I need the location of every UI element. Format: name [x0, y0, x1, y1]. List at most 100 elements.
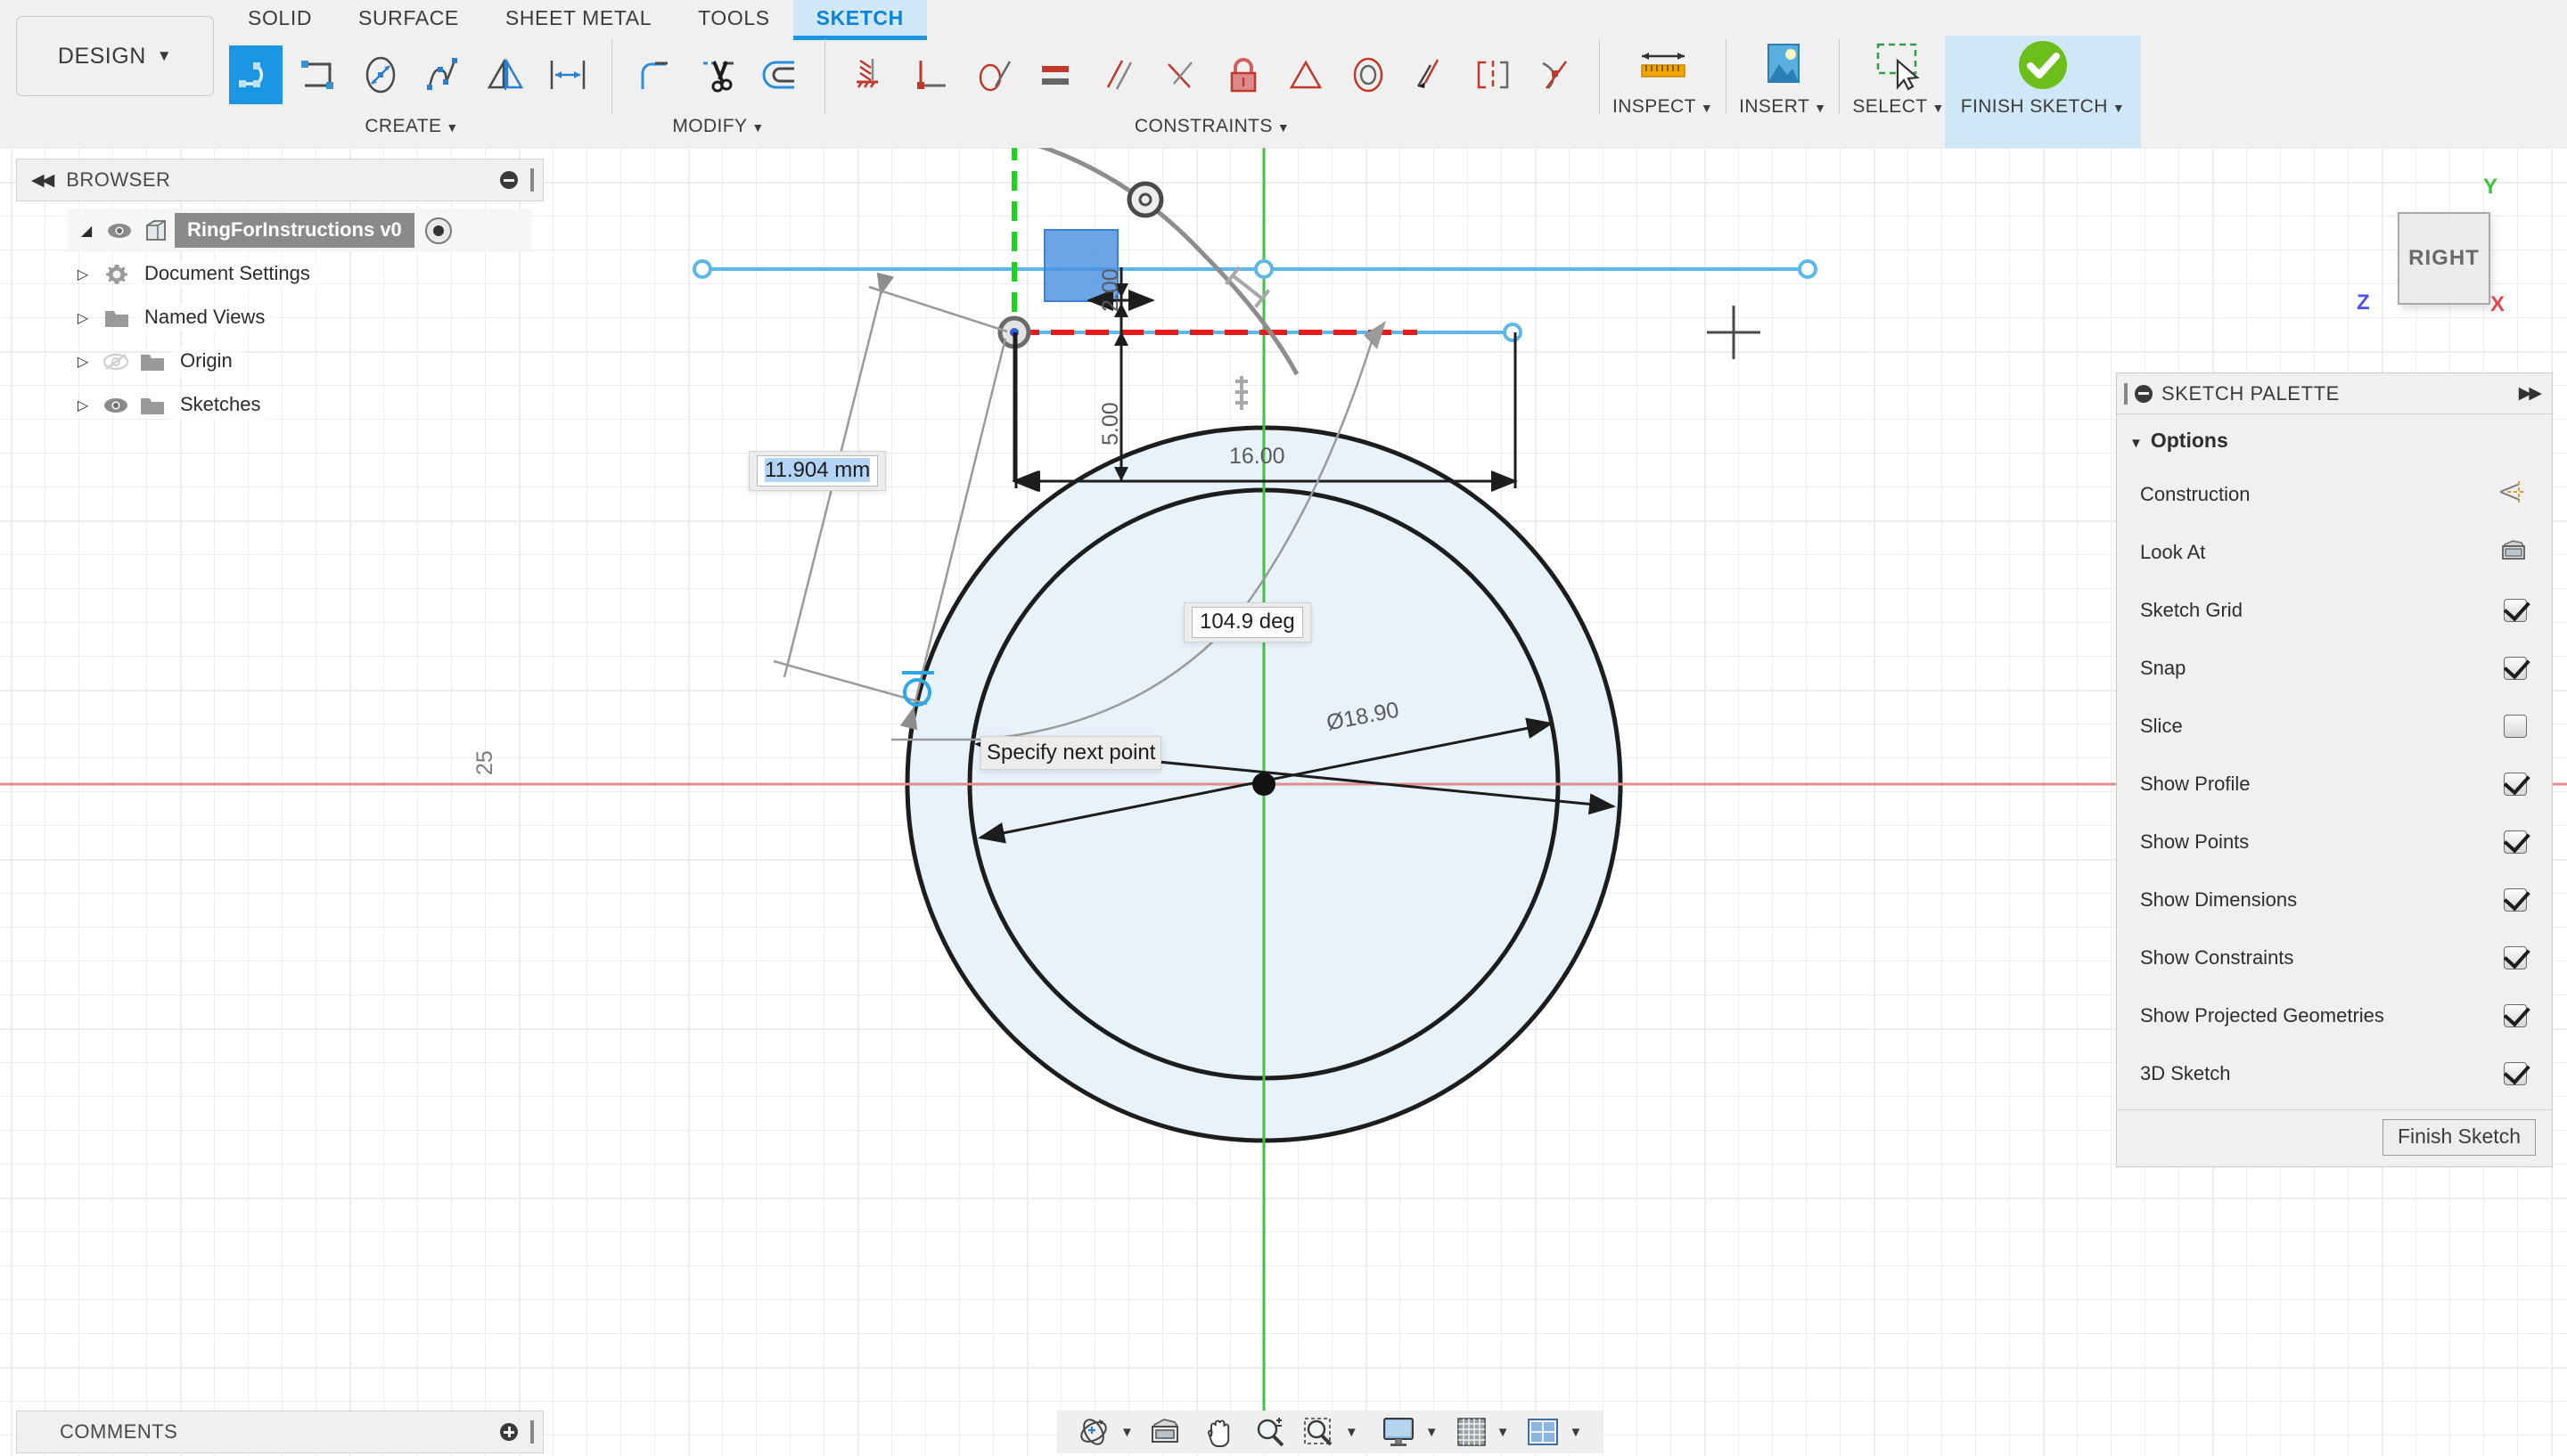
zoom-window-icon[interactable] [1302, 1416, 1336, 1448]
collapse-right-icon[interactable]: ▶▶ [2519, 383, 2539, 404]
select-window-cursor-icon[interactable] [1863, 36, 1934, 94]
tab-sketch[interactable]: SKETCH [793, 0, 927, 40]
browser-panel[interactable]: ◀◀ BROWSER ◢ RingForInstructions v0 ▷ Do… [16, 159, 544, 427]
constraint-concentric-icon[interactable] [1341, 45, 1395, 104]
slice-checkbox[interactable] [2504, 715, 2527, 738]
sketch-palette-header[interactable]: SKETCH PALETTE ▶▶ [2117, 373, 2552, 414]
length-input-field[interactable]: 11.904 mm [757, 455, 878, 487]
constraint-curvature-icon[interactable] [1529, 45, 1582, 104]
browser-tree[interactable]: ◢ RingForInstructions v0 ▷ Document Sett… [16, 201, 544, 427]
resize-grip[interactable] [530, 1420, 534, 1444]
look-at-icon[interactable] [1148, 1417, 1182, 1447]
visibility-hidden-eye-icon[interactable] [98, 352, 134, 372]
panel-label-finish-sketch[interactable]: FINISH SKETCH▼ [1961, 96, 2125, 118]
chevron-down-icon[interactable]: ▼ [1569, 1425, 1582, 1440]
panel-finish-sketch[interactable]: FINISH SKETCH▼ [1945, 36, 2141, 148]
constraint-coincident-icon[interactable] [842, 45, 896, 104]
angle-dimension-box[interactable]: 104.9 deg [1184, 602, 1311, 642]
show-projected-geometries-checkbox[interactable] [2504, 1004, 2527, 1027]
ribbon-panels[interactable]: CREATE▼ [225, 36, 2141, 148]
sketch-grid-checkbox[interactable] [2504, 599, 2527, 622]
panel-label-select[interactable]: SELECT▼ [1852, 96, 1944, 118]
orbit-icon[interactable] [1076, 1416, 1111, 1448]
browser-header[interactable]: ◀◀ BROWSER [16, 159, 544, 201]
viewports-icon[interactable] [1526, 1416, 1560, 1448]
sketch-palette[interactable]: SKETCH PALETTE ▶▶ ▼Options Construction … [2116, 372, 2553, 1167]
dim-label-2-00[interactable]: 2.00 [1098, 268, 1124, 312]
constraint-equal-icon[interactable] [1029, 45, 1083, 104]
ribbon-tabs[interactable]: SOLID SURFACE SHEET METAL TOOLS SKETCH [225, 0, 927, 39]
sketch-fillet-icon[interactable] [629, 45, 683, 104]
tree-item-named-views[interactable]: ▷ Named Views [16, 296, 544, 339]
option-show-constraints[interactable]: Show Constraints [2117, 928, 2552, 986]
sketch-dimension-icon[interactable] [541, 45, 595, 104]
option-show-projected-geometries[interactable]: Show Projected Geometries [2117, 986, 2552, 1044]
visibility-eye-icon[interactable] [102, 222, 137, 240]
expand-triangle-icon[interactable]: ▷ [68, 309, 98, 327]
view-cube-face[interactable]: RIGHT [2398, 212, 2490, 305]
tab-surface[interactable]: SURFACE [335, 0, 482, 36]
sketch-trim-icon[interactable] [692, 45, 745, 104]
constraint-tangent-icon[interactable] [967, 45, 1021, 104]
workspace-switcher-button[interactable]: DESIGN ▼ [16, 16, 214, 96]
constraint-fix-icon[interactable] [1217, 45, 1270, 104]
expand-triangle-icon[interactable]: ▷ [68, 397, 98, 414]
option-construction[interactable]: Construction [2117, 465, 2552, 523]
tree-item-ringforinstructions[interactable]: ◢ RingForInstructions v0 [68, 209, 531, 252]
sketch-offset-icon[interactable] [754, 45, 808, 104]
options-section-header[interactable]: ▼Options [2117, 423, 2552, 465]
option-show-profile[interactable]: Show Profile [2117, 755, 2552, 813]
dim-label-25[interactable]: 25 [472, 750, 498, 775]
panel-label-insert[interactable]: INSERT▼ [1739, 96, 1826, 118]
constraint-midpoint-icon[interactable] [1154, 45, 1208, 104]
option-snap[interactable]: Snap [2117, 639, 2552, 697]
collapse-left-icon[interactable]: ◀◀ [31, 170, 52, 191]
circle-center-point[interactable] [1252, 773, 1275, 796]
insert-image-icon[interactable] [1750, 36, 1816, 94]
measure-ruler-icon[interactable] [1628, 36, 1698, 94]
snap-checkbox[interactable] [2504, 657, 2527, 680]
chevron-down-icon[interactable]: ▼ [1120, 1425, 1134, 1440]
tab-solid[interactable]: SOLID [225, 0, 335, 36]
grid-snap-icon[interactable] [1456, 1416, 1488, 1448]
sketch-line-icon[interactable] [229, 45, 283, 104]
show-points-checkbox[interactable] [2504, 830, 2527, 854]
length-input-box[interactable]: 11.904 mm [749, 451, 886, 491]
panel-label-modify[interactable]: MODIFY▼ [672, 116, 764, 137]
construction-line-icon[interactable] [2497, 479, 2527, 511]
option-show-dimensions[interactable]: Show Dimensions [2117, 871, 2552, 928]
tree-item-origin[interactable]: ▷ Origin [16, 339, 544, 383]
expand-triangle-icon[interactable]: ▷ [68, 353, 98, 371]
zoom-magnifier-icon[interactable] [1253, 1416, 1287, 1448]
finish-sketch-button[interactable]: Finish Sketch [2382, 1119, 2536, 1156]
resize-grip[interactable] [530, 168, 534, 192]
constraint-horizontal-icon[interactable] [1279, 45, 1333, 104]
minimize-icon[interactable] [2135, 385, 2153, 403]
sketch-mirror-icon[interactable] [479, 45, 532, 104]
add-comment-icon[interactable] [500, 1423, 518, 1441]
chevron-down-icon[interactable]: ▼ [1497, 1425, 1510, 1440]
dim-label-16-00[interactable]: 16.00 [1229, 444, 1285, 470]
sketch-circle-icon[interactable] [354, 45, 407, 104]
pan-hand-icon[interactable] [1202, 1415, 1234, 1449]
three-d-sketch-checkbox[interactable] [2504, 1062, 2527, 1085]
constraint-parallel-icon[interactable] [1092, 45, 1145, 104]
comments-panel[interactable]: COMMENTS [16, 1411, 544, 1453]
panel-label-constraints[interactable]: CONSTRAINTS▼ [1135, 116, 1290, 137]
look-at-camera-icon[interactable] [2500, 538, 2527, 567]
sketch-rectangle-icon[interactable] [291, 45, 345, 104]
minimize-icon[interactable] [500, 171, 518, 189]
green-check-icon[interactable] [2009, 36, 2077, 94]
sketch-spline-icon[interactable] [416, 45, 470, 104]
chevron-down-icon[interactable]: ▼ [1345, 1425, 1358, 1440]
tab-sheet-metal[interactable]: SHEET METAL [482, 0, 675, 36]
expand-triangle-icon[interactable]: ▷ [68, 266, 98, 283]
option-show-points[interactable]: Show Points [2117, 813, 2552, 871]
ribbon-toolbar[interactable]: DESIGN ▼ SOLID SURFACE SHEET METAL TOOLS… [0, 0, 2567, 148]
visibility-eye-icon[interactable] [98, 397, 134, 414]
display-settings-icon[interactable] [1381, 1416, 1416, 1448]
option-3d-sketch[interactable]: 3D Sketch [2117, 1044, 2552, 1102]
component-activate-radio[interactable] [425, 217, 452, 244]
drag-grip[interactable] [2124, 383, 2128, 405]
tree-item-document-settings[interactable]: ▷ Document Settings [16, 252, 544, 296]
